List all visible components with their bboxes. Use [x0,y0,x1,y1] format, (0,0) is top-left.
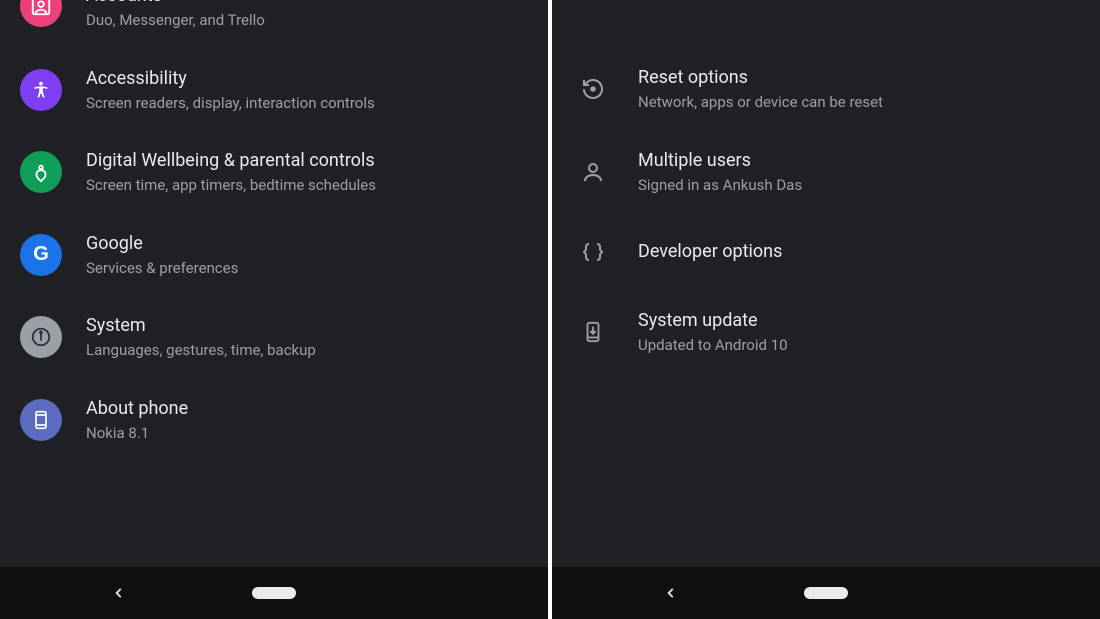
braces-icon [572,231,614,273]
user-icon [572,151,614,193]
nav-home-pill[interactable] [804,587,848,599]
settings-item-system[interactable]: System Languages, gestures, time, backup [0,296,548,379]
svg-text:G: G [33,243,49,265]
setting-title: Developer options [638,240,1080,264]
settings-item-accounts[interactable]: Accounts Duo, Messenger, and Trello [0,0,548,49]
accounts-icon [20,0,62,27]
settings-list-content: Accounts Duo, Messenger, and Trello Acce… [0,0,548,567]
setting-title: Google [86,232,528,256]
about-phone-icon [20,399,62,441]
setting-subtitle: Network, apps or device can be reset [638,92,1080,112]
setting-subtitle: Languages, gestures, time, backup [86,340,528,360]
setting-title: Digital Wellbeing & parental controls [86,149,528,173]
setting-subtitle: Nokia 8.1 [86,423,528,443]
settings-item-system-update[interactable]: System update Updated to Android 10 [552,291,1100,374]
settings-item-about-phone[interactable]: About phone Nokia 8.1 [0,379,548,462]
nav-bar [0,567,548,619]
settings-item-multiple-users[interactable]: Multiple users Signed in as Ankush Das [552,131,1100,214]
system-settings-content: Reset options Network, apps or device ca… [552,0,1100,567]
settings-item-google[interactable]: G Google Services & preferences [0,214,548,297]
update-icon [572,311,614,353]
settings-item-developer[interactable]: Developer options [552,213,1100,291]
nav-back-button[interactable] [664,582,678,604]
setting-title: System update [638,309,1080,333]
settings-item-accessibility[interactable]: Accessibility Screen readers, display, i… [0,49,548,132]
setting-title: Accounts [86,0,528,8]
setting-subtitle: Screen time, app timers, bedtime schedul… [86,175,528,195]
setting-title: Multiple users [638,149,1080,173]
settings-item-digital-wellbeing[interactable]: Digital Wellbeing & parental controls Sc… [0,131,548,214]
system-icon [20,316,62,358]
reset-icon [572,68,614,110]
wellbeing-icon [20,151,62,193]
setting-subtitle: Signed in as Ankush Das [638,175,1080,195]
setting-title: Reset options [638,66,1080,90]
setting-title: System [86,314,528,338]
nav-back-button[interactable] [112,582,126,604]
setting-title: About phone [86,397,528,421]
setting-subtitle: Services & preferences [86,258,528,278]
settings-list-panel: Accounts Duo, Messenger, and Trello Acce… [0,0,548,619]
nav-bar [552,567,1100,619]
system-settings-panel: Reset options Network, apps or device ca… [552,0,1100,619]
setting-subtitle: Updated to Android 10 [638,335,1080,355]
nav-home-pill[interactable] [252,587,296,599]
setting-subtitle: Screen readers, display, interaction con… [86,93,528,113]
setting-subtitle: Duo, Messenger, and Trello [86,10,528,30]
settings-item-reset[interactable]: Reset options Network, apps or device ca… [552,48,1100,131]
setting-title: Accessibility [86,67,528,91]
accessibility-icon [20,69,62,111]
google-icon: G [20,234,62,276]
